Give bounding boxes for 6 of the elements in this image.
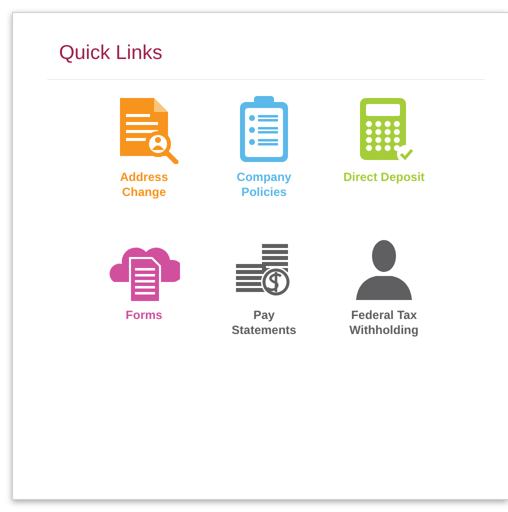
quick-link[interactable]: Forms bbox=[126, 308, 162, 323]
quick-link[interactable]: Company Policies bbox=[236, 170, 292, 200]
section-title: Quick Links bbox=[59, 41, 164, 65]
quick-link[interactable]: Pay Statements bbox=[232, 308, 296, 338]
quick-link[interactable]: Federal Tax Withholding bbox=[349, 308, 419, 338]
quick-link[interactable]: Address Change bbox=[120, 170, 168, 200]
